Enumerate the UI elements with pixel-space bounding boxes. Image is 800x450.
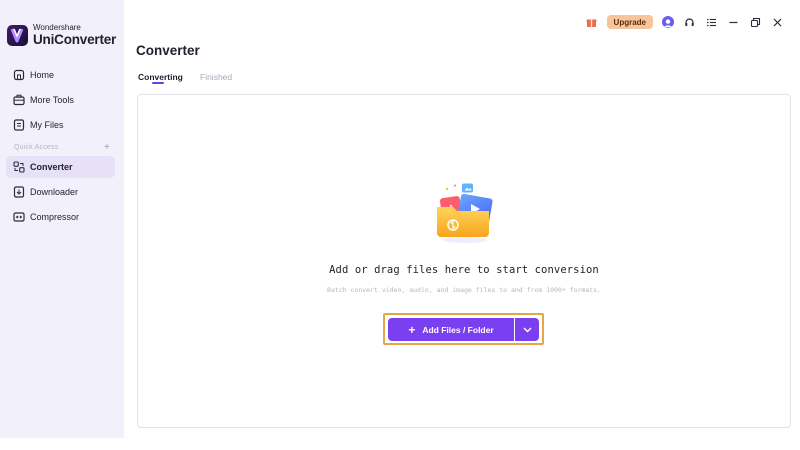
headset-icon[interactable] [682,15,696,29]
app-logo-icon [7,24,28,46]
title-bar: Upgrade [577,14,784,30]
quick-access-label: Quick Access [14,144,59,151]
quick-access-header: Quick Access + [14,142,110,153]
sidebar-item-compressor[interactable]: Compressor [6,206,115,228]
avatar[interactable] [662,16,674,28]
sidebar: Wondershare UniConverter Home More Tools… [0,0,124,438]
drop-zone-title: Add or drag files here to start conversi… [329,264,599,276]
quick-access-add-button[interactable]: + [104,142,110,153]
minimize-icon[interactable] [726,15,740,29]
brand-product: UniConverter [33,32,117,47]
drop-zone[interactable] [137,94,791,428]
file-icon [13,119,25,131]
menu-icon[interactable] [704,15,718,29]
sidebar-item-label: Compressor [30,212,80,222]
gift-icon[interactable] [585,15,599,29]
brand: Wondershare UniConverter [7,24,116,47]
add-files-dropdown-button[interactable] [515,318,539,341]
drop-zone-subtitle: Batch convert video, audio, and image fi… [327,286,601,294]
sidebar-item-label: Downloader [30,187,79,197]
sidebar-item-more-tools[interactable]: More Tools [6,89,115,111]
converter-icon [13,161,25,173]
brand-company: Wondershare [33,23,81,32]
restore-icon[interactable] [748,15,762,29]
download-icon [13,186,25,198]
sidebar-item-my-files[interactable]: My Files [6,114,115,136]
home-icon [13,69,25,81]
upgrade-button[interactable]: Upgrade [606,15,653,29]
toolbox-icon [13,94,25,106]
sidebar-item-home[interactable]: Home [6,64,115,86]
sidebar-item-downloader[interactable]: Downloader [6,181,115,203]
sidebar-item-label: Converter [30,162,73,172]
sidebar-item-label: My Files [30,120,64,130]
sidebar-item-label: More Tools [30,95,74,105]
plus-icon: + [408,322,416,337]
tab-converting[interactable]: Converting [138,72,183,82]
close-icon[interactable] [770,15,784,29]
add-files-button[interactable]: + Add Files / Folder [388,318,514,341]
active-tab-indicator [152,82,164,84]
chevron-down-icon [523,327,531,332]
sidebar-item-converter[interactable]: Converter [6,156,115,178]
tab-finished[interactable]: Finished [200,72,232,82]
sidebar-item-label: Home [30,70,55,80]
add-files-label: Add Files / Folder [422,324,494,335]
folder-media-illustration: ♪ [437,183,493,243]
compress-icon [13,212,25,222]
page-title: Converter [136,43,200,58]
